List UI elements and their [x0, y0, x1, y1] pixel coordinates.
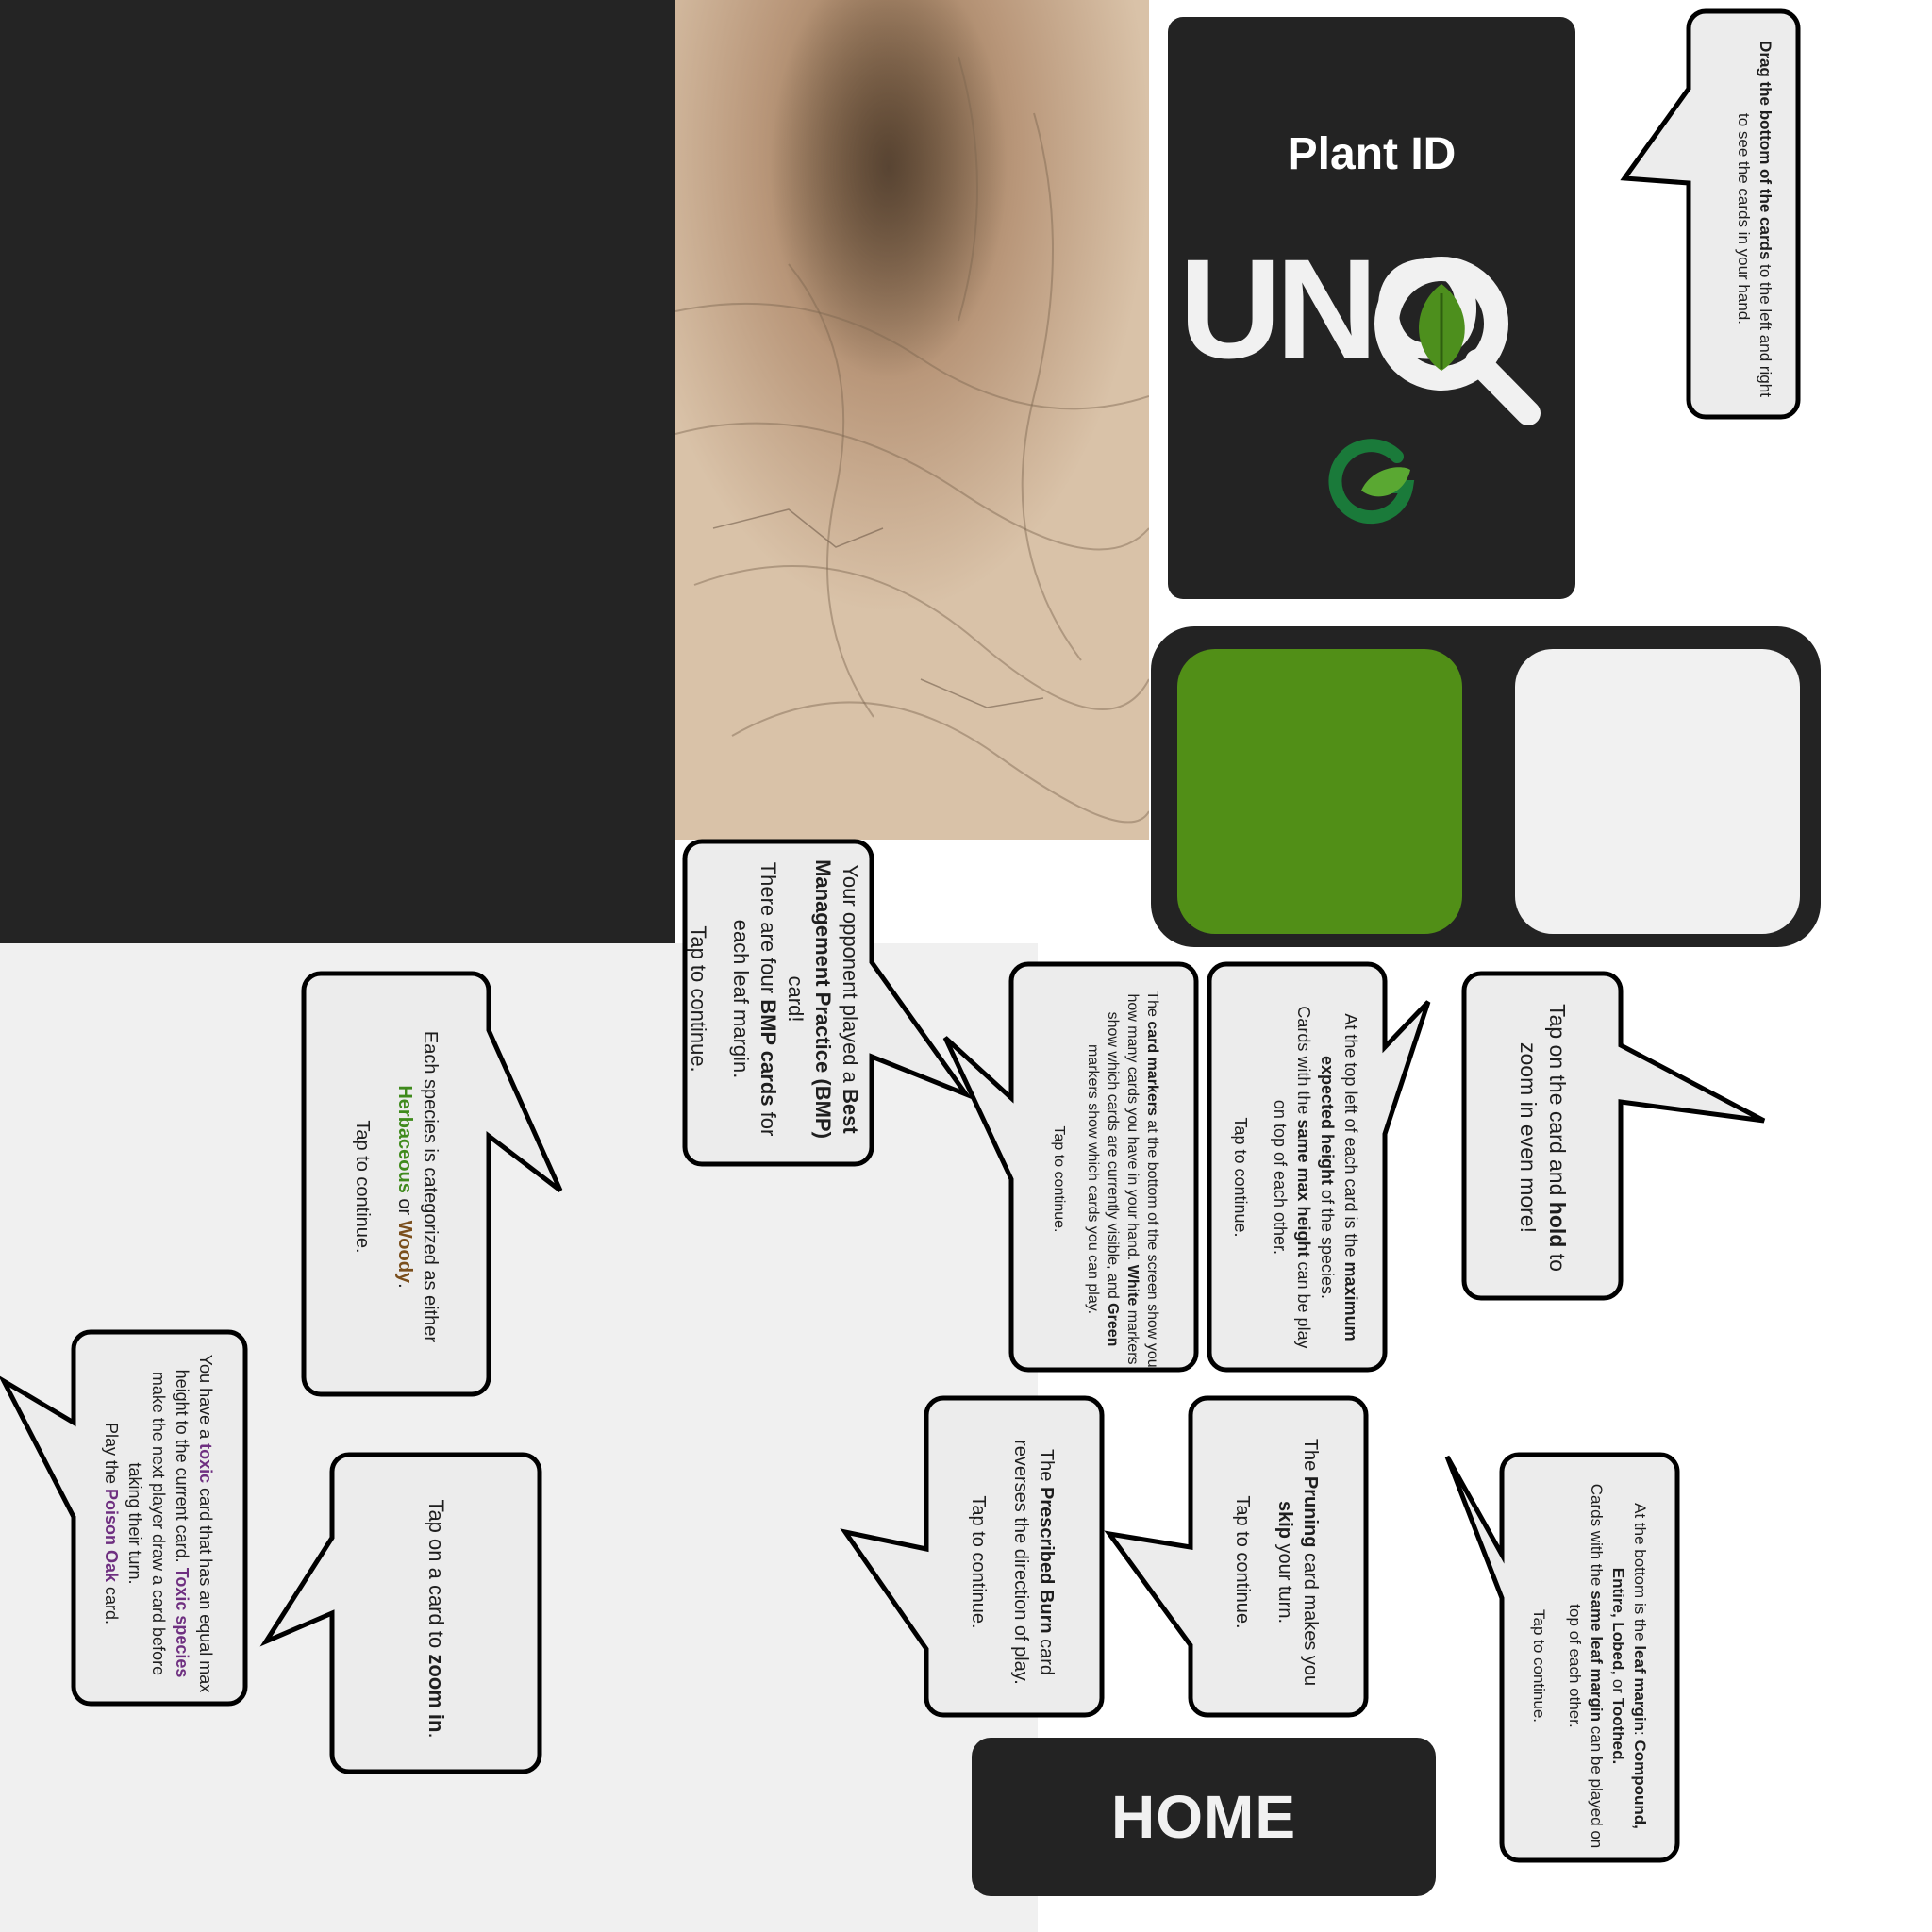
green-marker-swatch: [1177, 649, 1462, 934]
card-title: Plant ID: [1287, 129, 1457, 179]
white-marker-swatch: [1515, 649, 1800, 934]
dark-background-panel: [0, 0, 675, 943]
wood-texture-background: [675, 0, 1149, 840]
uno-logo: UNO: [1179, 229, 1541, 425]
g-leaf-logo-icon: [1328, 439, 1415, 525]
card-marker-swatch-panel: [1151, 626, 1821, 947]
card-back[interactable]: Plant ID UNO: [1168, 17, 1575, 599]
home-button[interactable]: HOME: [972, 1738, 1436, 1896]
